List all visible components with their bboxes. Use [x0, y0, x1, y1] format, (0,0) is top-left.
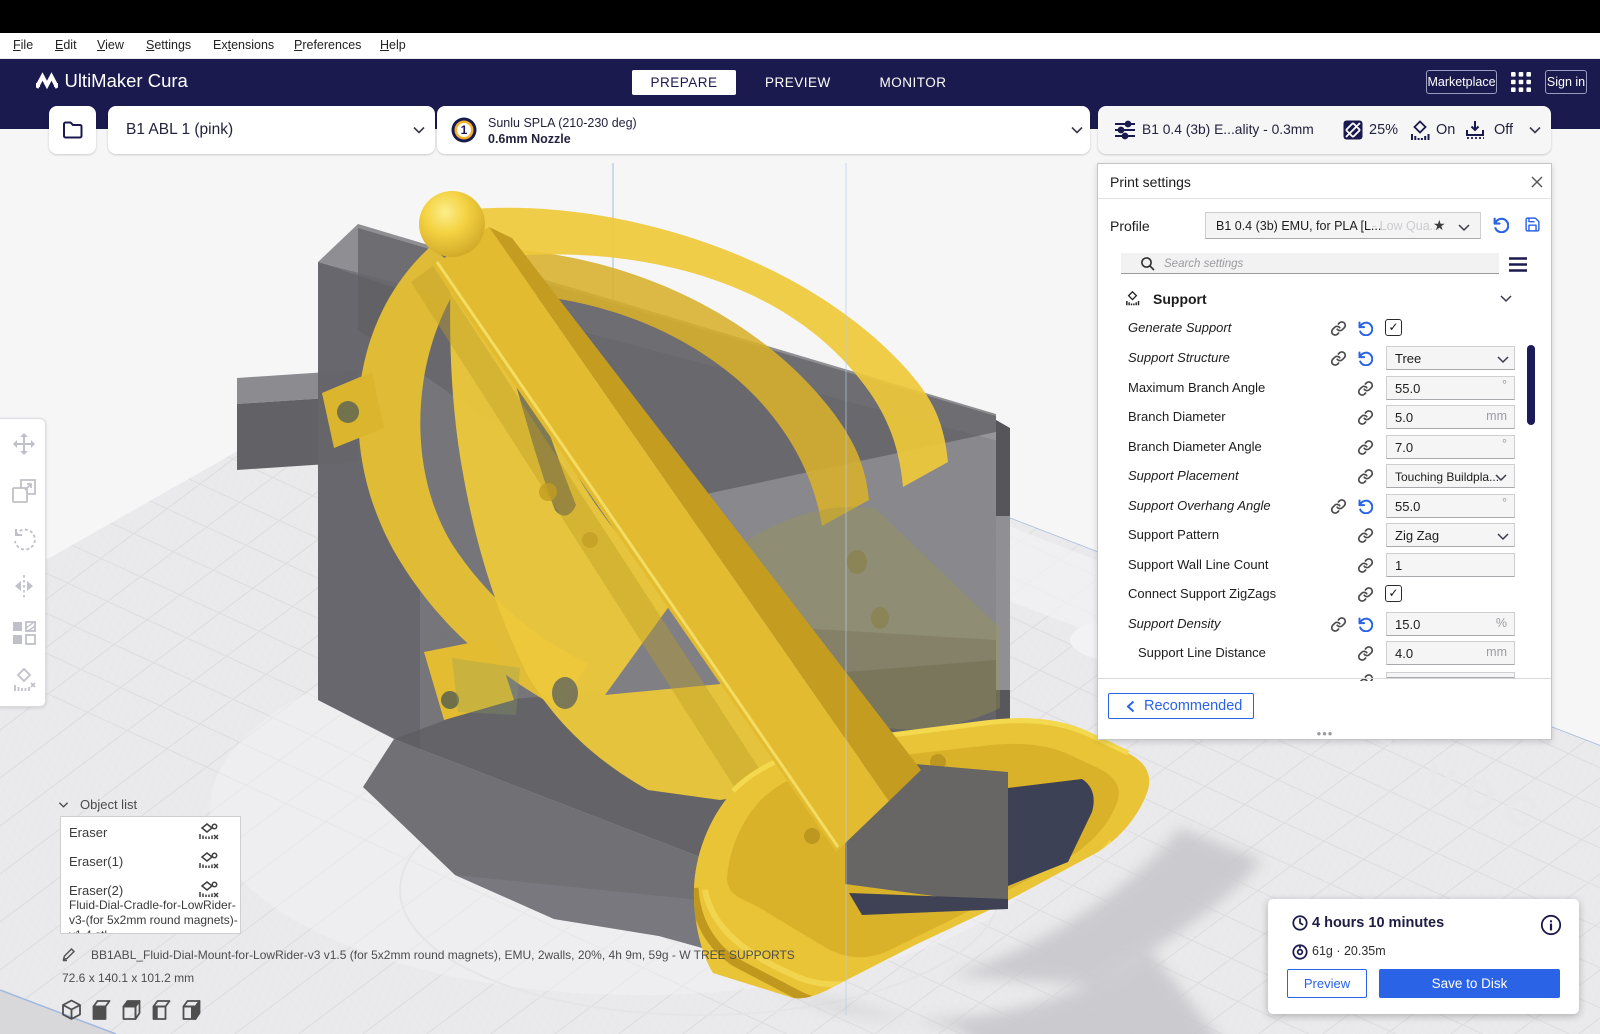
svg-text:1: 1 — [461, 123, 468, 137]
